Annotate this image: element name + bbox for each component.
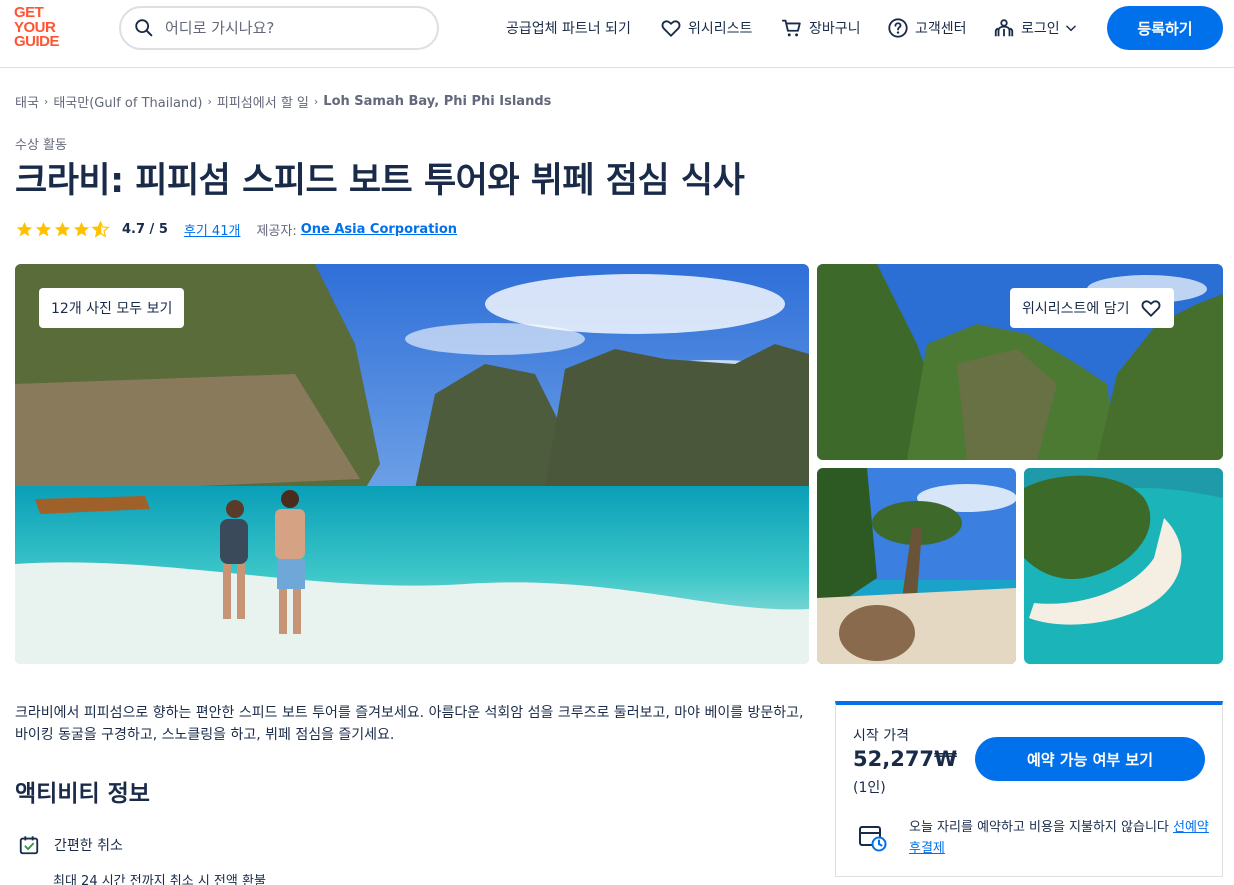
provider-link[interactable]: One Asia Corporation [301, 222, 457, 237]
gallery-photo-tree[interactable] [817, 468, 1016, 664]
free-cancellation-feature: 간편한 취소 [18, 834, 123, 856]
search-icon [135, 19, 153, 37]
sandbar-photo [1024, 468, 1223, 664]
nav-help-label: 고객센터 [915, 21, 967, 37]
star-icon [35, 221, 52, 236]
feature-subtext: 최대 24 시간 전까지 취소 시 전액 환불 [53, 874, 266, 885]
gallery-photo-sandbar[interactable] [1024, 468, 1223, 664]
price-label: 시작 가격 [853, 728, 909, 744]
reserve-now-text: 오늘 자리를 예약하고 비용을 지불하지 않습니다 선예약 후결제 [909, 817, 1209, 859]
nav-cart-label: 장바구니 [809, 21, 861, 37]
booking-card: 시작 가격 52,277₩ (1인) 예약 가능 여부 보기 오늘 자리를 예약… [835, 701, 1223, 877]
nav-partner-label: 공급업체 파트너 되기 [506, 21, 631, 37]
signup-button[interactable]: 등록하기 [1107, 6, 1223, 50]
provider-label: 제공자: [256, 223, 297, 239]
nav-wishlist-link[interactable]: 위시리스트 [660, 14, 752, 42]
star-icon [16, 221, 33, 236]
breadcrumb-current: Loh Samah Bay, Phi Phi Islands [323, 94, 552, 109]
star-icon [73, 221, 90, 236]
check-availability-button[interactable]: 예약 가능 여부 보기 [975, 737, 1205, 781]
chevron-right-icon: › [313, 95, 319, 108]
nav-login-menu[interactable]: 로그인 [993, 14, 1078, 42]
heart-icon [661, 20, 681, 37]
calendar-clock-icon [859, 826, 887, 852]
star-icon [54, 221, 71, 236]
activity-description: 크라비에서 피피섬으로 향하는 편안한 스피드 보트 투어를 즐겨보세요. 아름… [15, 705, 804, 743]
nav-login-label: 로그인 [1021, 21, 1060, 37]
chevron-right-icon: › [207, 95, 212, 108]
nav-partner-link[interactable]: 공급업체 파트너 되기 [506, 14, 631, 42]
heart-icon [1141, 300, 1160, 317]
cart-icon [781, 19, 801, 37]
activity-info-title: 액티비티 정보 [15, 781, 150, 807]
star-half-icon [91, 220, 110, 238]
rating-row: 4.7 / 5 후기 41개 제공자: One Asia Corporation [15, 218, 457, 240]
reviews-link[interactable]: 후기 41개 [184, 220, 241, 239]
feature-label: 간편한 취소 [54, 838, 123, 854]
activity-category: 수상 활동 [15, 138, 67, 153]
nav-help-link[interactable]: 고객센터 [887, 14, 967, 42]
rating-value: 4.7 / 5 [122, 221, 168, 237]
reserve-text: 오늘 자리를 예약하고 비용을 지불하지 않습니다 [909, 820, 1169, 835]
price-value: 52,277₩ [853, 747, 958, 771]
nav-wishlist-label: 위시리스트 [688, 21, 753, 37]
logo-line: GUIDE [14, 33, 60, 50]
tree-photo [817, 468, 1016, 664]
add-to-wishlist-label: 위시리스트에 담기 [1022, 301, 1130, 317]
nav-cart-link[interactable]: 장바구니 [781, 14, 861, 42]
header: GET YOUR GUIDE 공급업체 파트너 되기 위시리스트 장바구니 고객… [0, 0, 1234, 68]
user-group-icon [994, 19, 1014, 37]
price-per-person: (1인) [853, 780, 886, 796]
chevron-right-icon: › [43, 95, 49, 108]
page-title: 크라비: 피피섬 스피드 보트 투어와 뷔페 점심 식사 [15, 161, 745, 201]
chevron-down-icon [1065, 25, 1076, 32]
search-input[interactable] [165, 19, 425, 37]
breadcrumb-item[interactable]: 피피섬에서 할 일 [217, 92, 309, 111]
breadcrumb-item[interactable]: 태국 [15, 92, 39, 111]
view-all-photos-button[interactable]: 12개 사진 모두 보기 [39, 288, 185, 328]
getyourguide-logo[interactable]: GET YOUR GUIDE [14, 5, 74, 52]
help-icon [888, 18, 908, 38]
calendar-check-icon [19, 836, 39, 855]
breadcrumb: 태국 › 태국만(Gulf of Thailand) › 피피섬에서 할 일 ›… [15, 92, 551, 111]
breadcrumb-item[interactable]: 태국만(Gulf of Thailand) [53, 92, 202, 111]
add-to-wishlist-button[interactable]: 위시리스트에 담기 [1010, 288, 1174, 328]
search-box[interactable] [119, 6, 439, 50]
star-rating [15, 220, 110, 239]
